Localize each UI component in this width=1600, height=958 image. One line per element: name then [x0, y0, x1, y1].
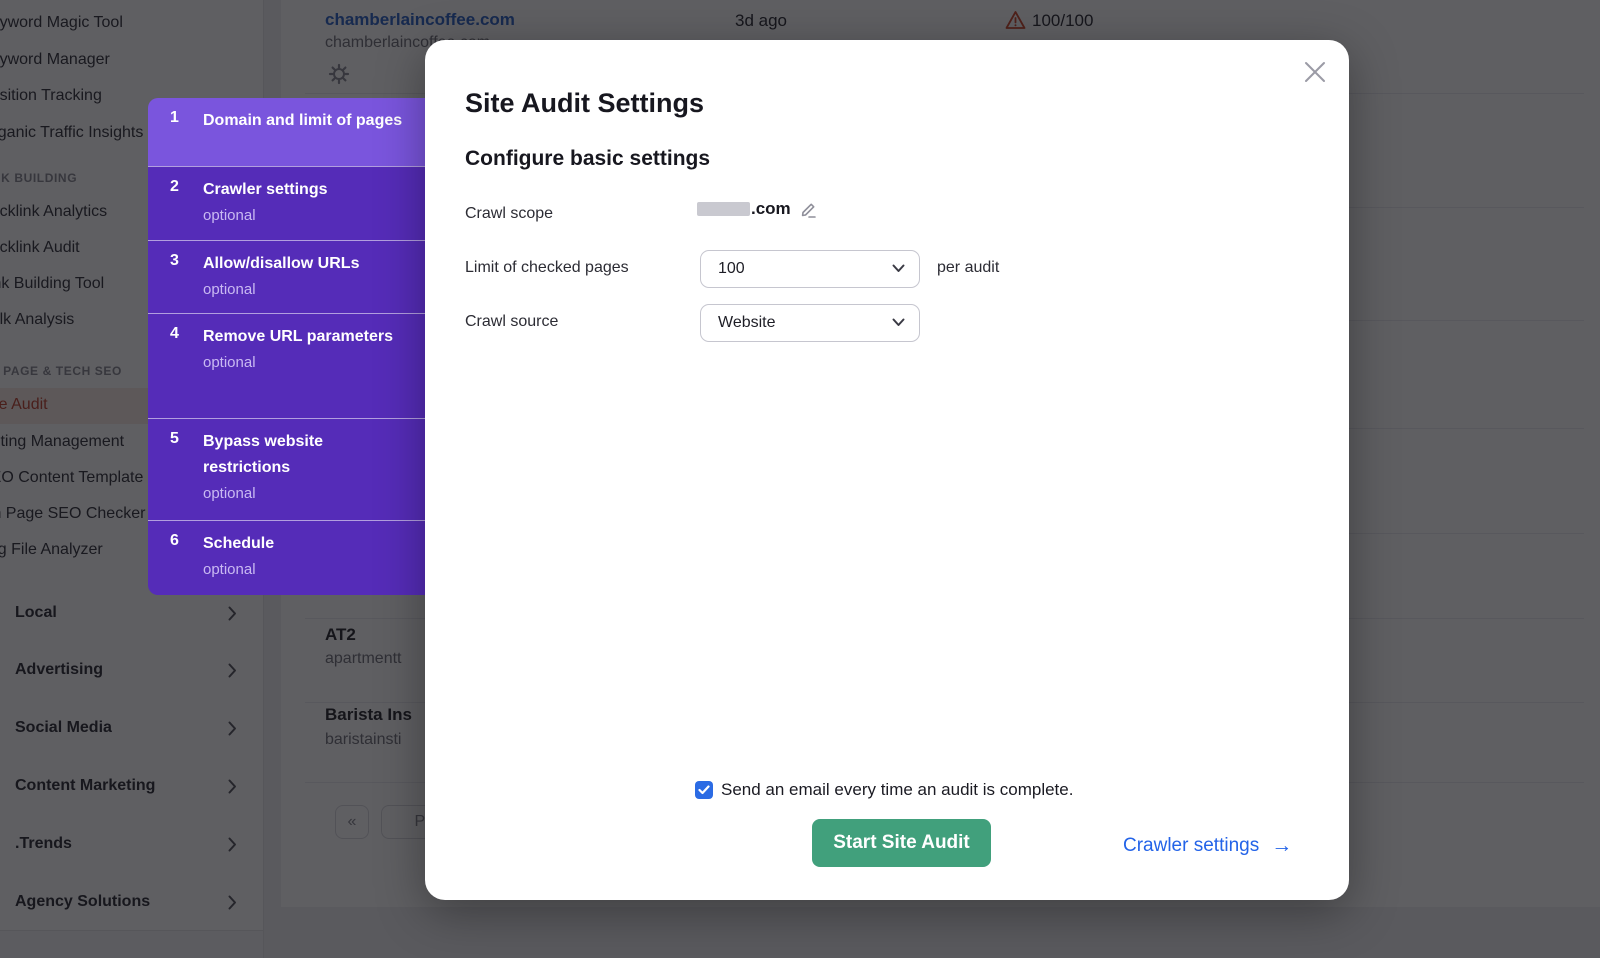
step-title: Allow/disallow URLs	[203, 251, 411, 277]
step-title: Bypass website restrictions	[203, 429, 411, 481]
pencil-icon[interactable]	[799, 200, 818, 219]
per-audit-label: per audit	[937, 259, 999, 277]
step-title: Domain and limit of pages	[203, 108, 411, 134]
step-domain-and-limit[interactable]: 1 Domain and limit of pages	[148, 98, 425, 166]
redacted-domain	[697, 202, 750, 216]
start-site-audit-button[interactable]: Start Site Audit	[812, 819, 991, 867]
step-number: 2	[170, 178, 179, 196]
crawl-scope-domain-suffix: .com	[751, 199, 791, 219]
close-icon[interactable]	[1297, 54, 1333, 90]
step-number: 4	[170, 325, 179, 343]
crawl-scope-label: Crawl scope	[465, 205, 553, 223]
step-number: 6	[170, 532, 179, 550]
site-audit-settings-modal: Site Audit Settings Configure basic sett…	[425, 40, 1349, 900]
step-schedule[interactable]: 6 Schedule optional	[148, 520, 425, 595]
modal-title: Site Audit Settings	[465, 88, 704, 119]
email-notification-row: Send an email every time an audit is com…	[695, 780, 1073, 800]
arrow-right-icon: →	[1271, 834, 1292, 858]
step-title: Crawler settings	[203, 177, 411, 203]
crawl-source-select[interactable]: Website	[700, 304, 920, 342]
step-optional-label: optional	[203, 277, 411, 302]
crawler-settings-link-label: Crawler settings	[1123, 835, 1259, 857]
step-number: 1	[170, 109, 179, 127]
limit-select-value: 100	[718, 260, 892, 278]
site-audit-wizard-stepper: 1 Domain and limit of pages 2 Crawler se…	[148, 98, 425, 595]
step-allow-disallow-urls[interactable]: 3 Allow/disallow URLs optional	[148, 240, 425, 313]
chevron-down-icon	[892, 314, 905, 332]
step-title: Remove URL parameters	[203, 324, 411, 350]
crawler-settings-link[interactable]: Crawler settings →	[1123, 834, 1292, 858]
email-checkbox-label: Send an email every time an audit is com…	[721, 780, 1073, 800]
step-optional-label: optional	[203, 557, 411, 582]
modal-subtitle: Configure basic settings	[465, 147, 710, 171]
step-remove-url-parameters[interactable]: 4 Remove URL parameters optional	[148, 313, 425, 418]
step-bypass-website-restrictions[interactable]: 5 Bypass website restrictions optional	[148, 418, 425, 520]
step-number: 5	[170, 430, 179, 448]
step-optional-label: optional	[203, 203, 411, 228]
step-optional-label: optional	[203, 350, 411, 375]
crawl-source-select-value: Website	[718, 314, 892, 332]
step-optional-label: optional	[203, 481, 411, 506]
step-title: Schedule	[203, 531, 411, 557]
step-number: 3	[170, 252, 179, 270]
limit-select[interactable]: 100	[700, 250, 920, 288]
crawl-source-label: Crawl source	[465, 313, 558, 331]
email-checkbox[interactable]	[695, 781, 713, 799]
chevron-down-icon	[892, 260, 905, 278]
step-crawler-settings[interactable]: 2 Crawler settings optional	[148, 166, 425, 240]
limit-of-checked-pages-label: Limit of checked pages	[465, 259, 629, 277]
crawl-scope-value: .com	[697, 199, 818, 219]
